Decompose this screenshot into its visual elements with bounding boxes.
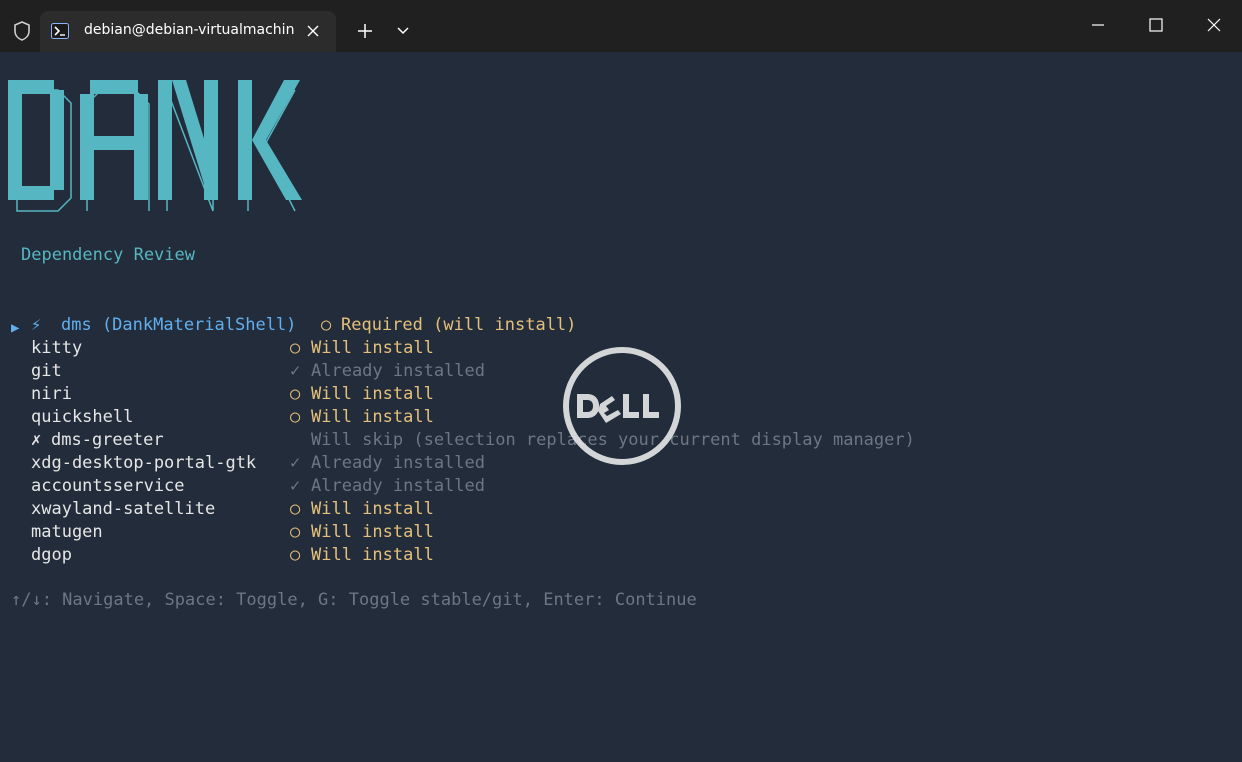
package-name[interactable]: niri [31,383,72,406]
status-text: Already installed [311,476,485,496]
status-text: Will install [311,545,434,565]
status-text: Will install [311,522,434,542]
close-window-icon[interactable] [1204,15,1224,35]
package-name[interactable]: xdg-desktop-portal-gtk [31,452,256,475]
tab-terminal[interactable]: debian@debian-virtualmachin [40,11,336,52]
shield-icon [14,21,30,41]
package-name[interactable]: kitty [31,337,82,360]
new-tab-icon[interactable] [356,22,374,40]
status-symbol: ○ [290,384,301,404]
keyboard-help: ↑/↓: Navigate, Space: Toggle, G: Toggle … [11,590,697,610]
dropdown-icon[interactable] [396,25,410,37]
status-symbol: ○ [321,315,332,335]
package-name[interactable]: quickshell [31,406,133,429]
package-name[interactable]: git [31,360,62,383]
close-tab-icon[interactable] [306,24,320,38]
status-text: Will install [311,499,434,519]
status-text: Will install [311,338,434,358]
status-symbol: ○ [290,407,301,427]
status-text: Will install [311,407,434,427]
status-required: Required (will install) [341,315,577,335]
tab-title: debian@debian-virtualmachin [84,22,294,38]
status-symbol: ○ [290,545,301,565]
status-text: Will install [311,384,434,404]
status-symbol: ○ [290,499,301,519]
page-heading: Dependency Review [21,245,195,265]
check-icon: ✓ [290,476,301,496]
status-text: Already installed [311,361,485,381]
selection-cursor-icon: ▶ [11,320,20,336]
package-name[interactable]: dms-greeter [51,429,164,452]
terminal-window: debian@debian-virtualmachin Dependency R… [0,0,1242,762]
minimize-icon[interactable] [1088,15,1108,35]
title-bar: debian@debian-virtualmachin [0,0,1242,52]
status-symbol: ○ [290,522,301,542]
status-symbol: ○ [290,338,301,358]
dell-logo-watermark [563,347,681,465]
package-name[interactable]: xwayland-satellite [31,498,215,521]
check-icon: ✓ [290,453,301,473]
terminal-icon [51,23,69,39]
dank-logo [8,80,302,212]
bolt-icon: ⚡ [31,315,42,335]
check-icon: ✓ [290,361,301,381]
package-name-dms[interactable]: dms (DankMaterialShell) [61,314,296,337]
package-name[interactable]: dgop [31,544,72,567]
cross-icon: ✗ [31,430,42,450]
package-name[interactable]: accountsservice [31,475,185,498]
maximize-icon[interactable] [1146,15,1166,35]
package-name[interactable]: matugen [31,521,103,544]
status-text: Already installed [311,453,485,473]
